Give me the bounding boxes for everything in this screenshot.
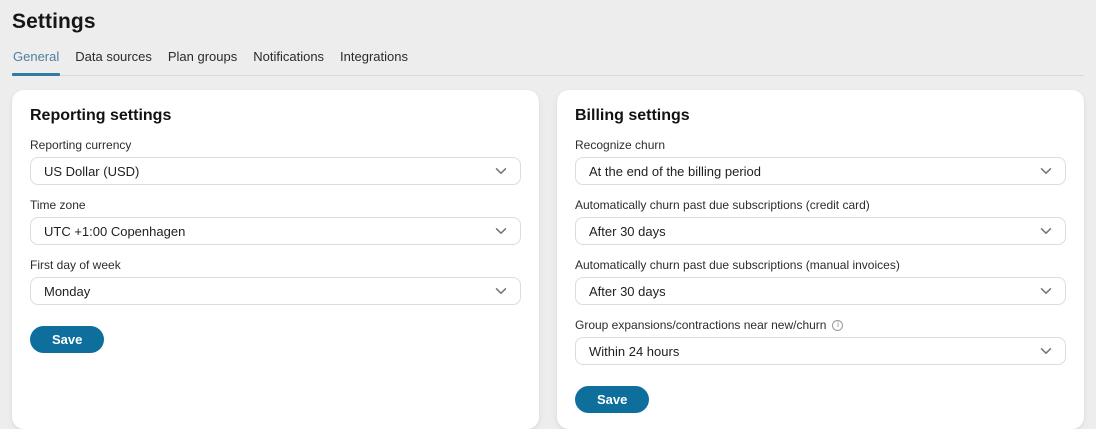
group-expansions-label-text: Group expansions/contractions near new/c… bbox=[575, 318, 827, 332]
tab-plan-groups[interactable]: Plan groups bbox=[167, 45, 238, 75]
group-expansions-field: Group expansions/contractions near new/c… bbox=[575, 318, 1066, 365]
reporting-settings-card: Reporting settings Reporting currency US… bbox=[12, 90, 539, 429]
first-day-of-week-label: First day of week bbox=[30, 258, 121, 272]
reporting-currency-value: US Dollar (USD) bbox=[44, 163, 140, 179]
billing-save-button[interactable]: Save bbox=[575, 386, 650, 413]
churn-manual-invoices-label: Automatically churn past due subscriptio… bbox=[575, 258, 900, 272]
time-zone-value: UTC +1:00 Copenhagen bbox=[44, 223, 186, 239]
recognize-churn-value: At the end of the billing period bbox=[589, 163, 762, 179]
first-day-of-week-value: Monday bbox=[44, 283, 91, 299]
page-title: Settings bbox=[12, 10, 96, 33]
chevron-down-icon bbox=[1040, 348, 1052, 354]
settings-cards: Reporting settings Reporting currency US… bbox=[12, 90, 1084, 429]
billing-settings-card: Billing settings Recognize churn At the … bbox=[557, 90, 1084, 429]
tab-integrations[interactable]: Integrations bbox=[339, 45, 409, 75]
churn-credit-card-label: Automatically churn past due subscriptio… bbox=[575, 198, 870, 212]
churn-credit-card-field: Automatically churn past due subscriptio… bbox=[575, 198, 1066, 245]
recognize-churn-label: Recognize churn bbox=[575, 138, 666, 152]
group-expansions-label: Group expansions/contractions near new/c… bbox=[575, 318, 1066, 332]
tab-notifications[interactable]: Notifications bbox=[252, 45, 325, 75]
chevron-down-icon bbox=[1040, 228, 1052, 234]
recognize-churn-field: Recognize churn At the end of the billin… bbox=[575, 138, 1066, 185]
group-expansions-value: Within 24 hours bbox=[589, 343, 680, 359]
chevron-down-icon bbox=[495, 168, 507, 174]
time-zone-label: Time zone bbox=[30, 198, 86, 212]
tab-bar: General Data sources Plan groups Notific… bbox=[12, 45, 1084, 76]
group-expansions-select[interactable]: Within 24 hours bbox=[575, 337, 1066, 365]
tab-data-sources[interactable]: Data sources bbox=[74, 45, 153, 75]
churn-credit-card-select[interactable]: After 30 days bbox=[575, 217, 1066, 245]
recognize-churn-select[interactable]: At the end of the billing period bbox=[575, 157, 1066, 185]
reporting-currency-select[interactable]: US Dollar (USD) bbox=[30, 157, 521, 185]
billing-settings-title: Billing settings bbox=[575, 107, 690, 124]
chevron-down-icon bbox=[495, 288, 507, 294]
info-icon[interactable]: i bbox=[832, 319, 844, 331]
reporting-currency-label: Reporting currency bbox=[30, 138, 132, 152]
churn-credit-card-value: After 30 days bbox=[589, 223, 666, 239]
first-day-of-week-select[interactable]: Monday bbox=[30, 277, 521, 305]
reporting-currency-field: Reporting currency US Dollar (USD) bbox=[30, 138, 521, 185]
tab-general[interactable]: General bbox=[12, 45, 61, 76]
reporting-settings-title: Reporting settings bbox=[30, 107, 172, 124]
chevron-down-icon bbox=[495, 228, 507, 234]
churn-manual-invoices-field: Automatically churn past due subscriptio… bbox=[575, 258, 1066, 305]
time-zone-field: Time zone UTC +1:00 Copenhagen bbox=[30, 198, 521, 245]
first-day-of-week-field: First day of week Monday bbox=[30, 258, 521, 305]
churn-manual-invoices-select[interactable]: After 30 days bbox=[575, 277, 1066, 305]
chevron-down-icon bbox=[1040, 288, 1052, 294]
settings-page: Settings General Data sources Plan group… bbox=[0, 0, 1096, 429]
reporting-save-button[interactable]: Save bbox=[30, 326, 105, 353]
chevron-down-icon bbox=[1040, 168, 1052, 174]
time-zone-select[interactable]: UTC +1:00 Copenhagen bbox=[30, 217, 521, 245]
churn-manual-invoices-value: After 30 days bbox=[589, 283, 666, 299]
